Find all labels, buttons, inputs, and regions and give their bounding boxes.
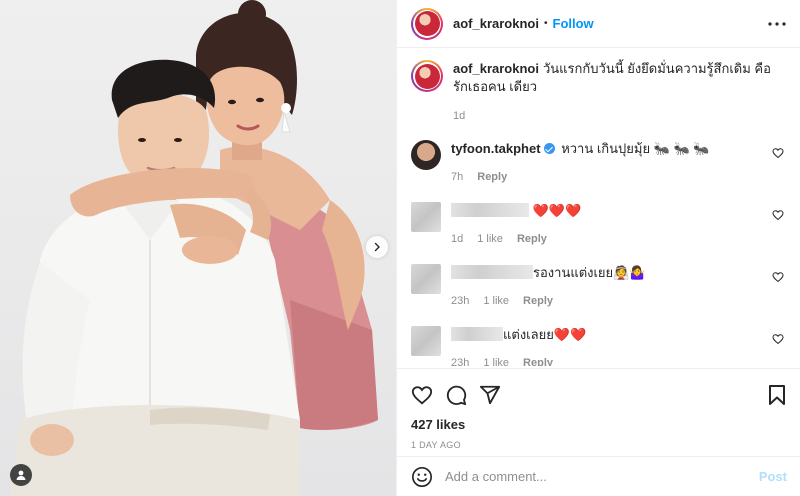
caption-timestamp[interactable]: 1d	[453, 110, 784, 122]
heart-icon	[772, 272, 784, 283]
commenter-avatar-blurred[interactable]	[411, 326, 441, 356]
tagged-users-button[interactable]	[10, 464, 32, 486]
like-comment-button[interactable]	[772, 270, 784, 286]
author-username[interactable]: aof_kraroknoi	[453, 16, 539, 31]
add-comment-bar: Post	[397, 456, 800, 496]
emoji-icon	[412, 466, 432, 487]
more-horizontal-icon	[768, 21, 786, 26]
comments-list[interactable]: aof_kraroknoi วันแรกกับวันนี้ ยังยึดมั่นค…	[397, 48, 800, 366]
comment-button[interactable]	[445, 384, 467, 406]
comment-item: ❤️❤️❤️ 1d 1 like Reply	[411, 202, 784, 248]
post-comment-button[interactable]: Post	[759, 469, 787, 484]
separator-dot: •	[543, 18, 548, 29]
reply-button[interactable]: Reply	[523, 357, 553, 366]
reply-button[interactable]: Reply	[517, 233, 547, 245]
heart-icon	[772, 334, 784, 345]
post-actions: 427 likes 1 DAY AGO	[397, 368, 800, 450]
comment-time[interactable]: 1d	[451, 233, 463, 245]
like-button[interactable]	[411, 384, 433, 406]
like-comment-button[interactable]	[772, 146, 784, 162]
chevron-right-icon	[374, 242, 380, 252]
comment-likes[interactable]: 1 like	[477, 233, 503, 245]
paper-plane-icon	[479, 385, 501, 405]
commenter-username-blurred[interactable]	[451, 327, 503, 341]
commenter-username-blurred[interactable]	[451, 203, 529, 217]
bookmark-icon	[769, 385, 785, 405]
comment-time[interactable]: 23h	[451, 357, 469, 366]
caption-username[interactable]: aof_kraroknoi	[453, 61, 539, 76]
commenter-avatar-blurred[interactable]	[411, 202, 441, 232]
commenter-username-blurred[interactable]	[451, 265, 533, 279]
instagram-post: aof_kraroknoi • Follow aof_kraroknoi วันแ…	[0, 0, 800, 496]
comment-text: ❤️❤️❤️	[532, 203, 582, 218]
comment-likes[interactable]: 1 like	[483, 357, 509, 366]
emoji-button[interactable]	[411, 466, 433, 488]
couple-photo-illustration	[10, 0, 378, 496]
action-bar	[411, 377, 787, 413]
like-comment-button[interactable]	[772, 332, 784, 348]
comment-time[interactable]: 23h	[451, 295, 469, 307]
comment-text: หวาน เกินปุยมุ้ย 🐜 🐜 🐜	[561, 141, 710, 156]
comment-text: แต่งเลยย❤️❤️	[503, 327, 587, 342]
comment-item: แต่งเลยย❤️❤️ 23h 1 like Reply	[411, 326, 784, 366]
author-avatar[interactable]	[411, 7, 443, 40]
commenter-username[interactable]: tyfoon.takphet	[451, 141, 541, 156]
heart-icon	[772, 210, 784, 221]
save-button[interactable]	[767, 384, 787, 406]
reply-button[interactable]: Reply	[523, 295, 553, 307]
commenter-avatar-blurred[interactable]	[411, 264, 441, 294]
comment-time[interactable]: 7h	[451, 171, 463, 183]
share-button[interactable]	[479, 384, 501, 406]
post-date[interactable]: 1 DAY AGO	[411, 440, 787, 450]
likes-count[interactable]: 427 likes	[411, 417, 787, 432]
comment-likes[interactable]: 1 like	[483, 295, 509, 307]
follow-button[interactable]: Follow	[553, 16, 594, 31]
comment-icon	[446, 385, 467, 406]
verified-badge-icon	[543, 143, 555, 154]
comment-item: tyfoon.takphet หวาน เกินปุยมุ้ย 🐜 🐜 🐜 7h…	[411, 140, 784, 186]
heart-icon	[772, 148, 784, 159]
user-tag-icon	[16, 470, 26, 480]
next-photo-button[interactable]	[366, 236, 388, 258]
comment-item: รองานแต่งเยย👰🤷‍♀️ 23h 1 like Reply	[411, 264, 784, 310]
post-caption: aof_kraroknoi วันแรกกับวันนี้ ยังยึดมั่นค…	[411, 60, 784, 96]
post-details-panel: aof_kraroknoi • Follow aof_kraroknoi วันแ…	[396, 0, 800, 496]
caption-author-avatar[interactable]	[411, 60, 443, 92]
reply-button[interactable]: Reply	[477, 171, 507, 183]
post-header: aof_kraroknoi • Follow	[397, 0, 800, 48]
more-options-button[interactable]	[768, 21, 786, 26]
comment-input[interactable]	[445, 469, 759, 484]
post-photo[interactable]	[0, 0, 396, 496]
like-comment-button[interactable]	[772, 208, 784, 224]
heart-icon	[411, 386, 433, 405]
commenter-avatar[interactable]	[411, 140, 441, 170]
comment-text: รองานแต่งเยย👰🤷‍♀️	[533, 265, 646, 280]
